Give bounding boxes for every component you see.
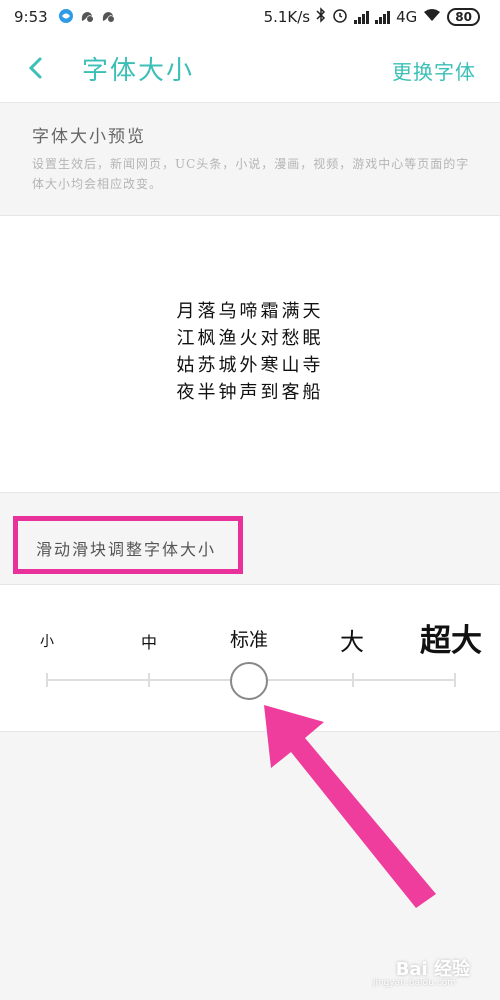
page-title: 字体大小 bbox=[82, 56, 195, 86]
size-option-small[interactable]: 小 bbox=[40, 631, 54, 651]
poem-line: 姑苏城外寒山寺 bbox=[176, 355, 324, 376]
bluetooth-icon bbox=[316, 7, 326, 27]
change-font-button[interactable]: 更换字体 bbox=[392, 56, 476, 85]
slider-tick bbox=[46, 673, 48, 687]
poem-line: 江枫渔火对愁眠 bbox=[176, 328, 324, 349]
app-icon bbox=[100, 8, 116, 24]
slider-thumb[interactable] bbox=[230, 662, 268, 700]
back-button[interactable] bbox=[20, 51, 54, 85]
watermark-url: jingyan.baidu.com bbox=[372, 978, 456, 988]
slider-hint-label: 滑动滑块调整字体大小 bbox=[36, 540, 217, 559]
font-preview-card: 月落乌啼霜满天 江枫渔火对愁眠 姑苏城外寒山寺 夜半钟声到客船 bbox=[0, 215, 500, 493]
app-header: 字体大小 更换字体 bbox=[0, 36, 500, 103]
signal-icon bbox=[354, 10, 370, 24]
notification-icons bbox=[58, 8, 116, 24]
preview-section-title: 字体大小预览 bbox=[32, 127, 146, 147]
slider-tick bbox=[454, 673, 456, 687]
status-time: 9:53 bbox=[14, 8, 48, 26]
size-option-medium[interactable]: 中 bbox=[141, 629, 157, 653]
chevron-left-icon bbox=[28, 57, 42, 79]
signal-icon bbox=[375, 10, 391, 24]
size-option-large[interactable]: 大 bbox=[340, 622, 364, 657]
annotation-arrow bbox=[264, 705, 436, 908]
network-speed: 5.1K/s bbox=[263, 8, 311, 26]
network-type: 4G bbox=[396, 8, 418, 26]
app-icon bbox=[79, 8, 95, 24]
status-bar: 9:53 5.1K/s 4G 80 bbox=[0, 0, 500, 36]
slider-tick bbox=[352, 673, 354, 687]
font-size-slider-card: 小 中 标准 大 超大 bbox=[0, 584, 500, 732]
preview-description: 设置生效后，新闻网页，UC头条，小说，漫画，视频，游戏中心等页面的字体大小均会相… bbox=[32, 157, 470, 191]
poem-line: 月落乌啼霜满天 bbox=[176, 301, 324, 322]
poem-line: 夜半钟声到客船 bbox=[176, 382, 324, 403]
app-notification-icon bbox=[58, 8, 74, 24]
status-right: 5.1K/s 4G 80 bbox=[264, 7, 480, 27]
preview-poem: 月落乌啼霜满天 江枫渔火对愁眠 姑苏城外寒山寺 夜半钟声到客船 bbox=[0, 298, 500, 406]
battery-icon: 80 bbox=[447, 8, 480, 26]
slider-tick bbox=[148, 673, 150, 687]
wifi-icon bbox=[423, 8, 441, 26]
highlight-box: 滑动滑块调整字体大小 bbox=[13, 516, 243, 574]
arrow-icon bbox=[264, 705, 436, 908]
size-option-extra-large[interactable]: 超大 bbox=[420, 615, 482, 660]
size-option-standard[interactable]: 标准 bbox=[230, 625, 268, 652]
alarm-icon bbox=[332, 7, 348, 27]
